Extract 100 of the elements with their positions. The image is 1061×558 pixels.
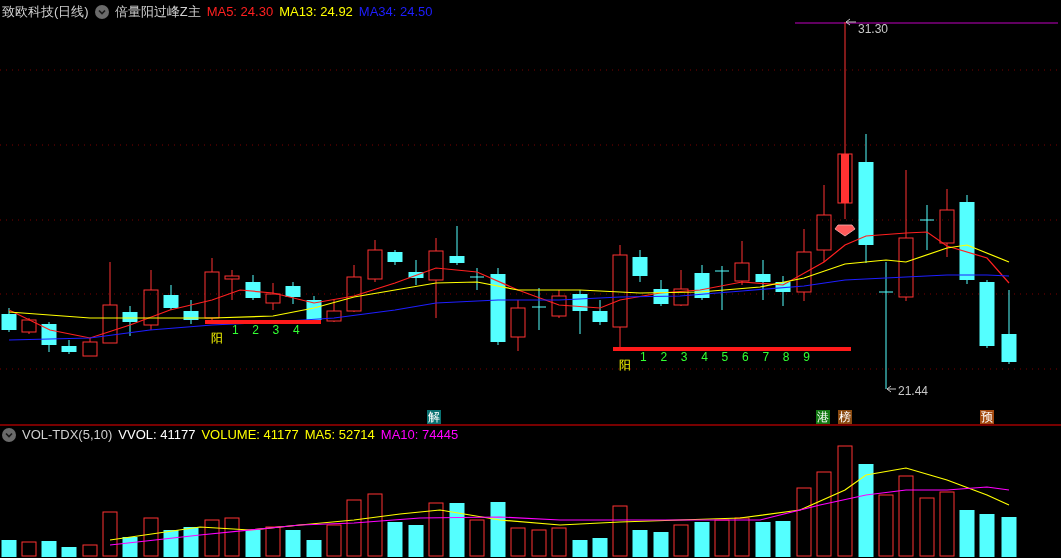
event-badge[interactable]: 港 [816,410,830,424]
volume-bar [285,530,301,557]
candlestick [734,240,750,286]
volume-bar [1,540,17,557]
indicator-name[interactable]: VOL-TDX(5,10) [22,427,113,443]
candlestick [510,299,526,352]
volume-value: MA10: 74445 [380,427,459,443]
pointer-arrow [886,385,897,393]
count-number: 9 [803,350,810,364]
volume-bar [714,519,730,557]
volume-bar [673,524,689,557]
volume-bar [572,540,588,557]
ma-value: MA5: 24.30 [206,4,274,20]
candlestick [143,269,159,331]
volume-bar [734,517,750,557]
volume-bar [183,527,199,557]
volume-bar [224,517,240,557]
event-badge[interactable]: 榜 [838,410,852,424]
candlestick [449,225,465,266]
count-number: 6 [742,350,749,364]
dropdown-icon[interactable] [2,428,16,442]
count-number: 1 [640,350,647,364]
volume-bar [551,527,567,557]
count-number: 4 [701,350,708,364]
dropdown-icon[interactable] [94,5,109,19]
volume-bar [612,505,628,557]
candlestick [979,279,995,349]
volume-bar [82,544,98,557]
volume-bar [959,510,975,557]
signal-label: 阳 [619,358,631,372]
volume-bar [775,521,791,557]
candlestick [41,321,57,353]
candlestick [673,269,689,307]
volume-bar [490,502,506,557]
volume-bar [592,538,608,557]
candlestick [694,264,710,301]
indicator-name[interactable]: 倍量阳过峰Z主 [114,4,201,20]
candlestick [714,265,730,311]
volume-bar [306,540,322,557]
volume-bar [265,526,281,557]
candlestick [653,279,669,307]
volume-bar [939,491,955,557]
event-badge[interactable]: 预 [980,410,994,424]
count-number: 2 [252,323,259,337]
volume-bar [408,525,424,557]
ma-value: MA13: 24.92 [279,4,353,20]
volume-value: VOLUME: 41177 [201,427,299,443]
volume-bar [346,499,362,557]
count-number: 1 [232,323,239,337]
volume-bar [41,541,57,557]
candlestick [1,307,17,333]
count-number: 7 [762,350,770,364]
count-number: 5 [721,350,729,364]
count-number: 2 [660,350,668,364]
volume-bar [102,511,118,557]
volume-bar [531,529,547,557]
candlestick [367,239,383,283]
volume-bar [979,514,995,557]
count-number: 3 [272,323,280,337]
volume-bar [510,527,526,557]
candlestick [204,257,220,323]
candlestick [775,275,791,307]
price-label: 21.44 [898,384,929,398]
volume-bar [449,503,465,557]
count-number: 8 [782,350,790,364]
candlestick [919,204,935,251]
volume-value: VVOL: 41177 [118,427,196,443]
stock-title: 致欧科技(日线) [2,4,89,20]
event-badge[interactable]: 解 [427,410,441,424]
candlestick [183,299,199,325]
volume-bar [326,524,342,557]
volume-bar [387,522,403,557]
candlestick [531,287,547,331]
volume-value: MA5: 52714 [304,427,375,443]
count-number: 3 [680,350,688,364]
signal-label: 阳 [211,331,223,345]
candlestick [122,305,138,337]
volume-bar [755,522,771,557]
candlestick [592,299,608,326]
volume-bar [21,541,37,557]
candlestick [632,249,648,283]
volume-bar [204,519,220,557]
volume-bar [878,494,894,557]
candlestick [408,259,424,286]
pointer-arrow [845,18,857,26]
volume-bar [469,519,485,557]
candlestick [755,259,771,301]
gem-icon [834,224,856,237]
volume-bar [245,530,261,557]
candlestick [469,267,485,291]
volume-bar [1001,517,1017,557]
candlestick [387,249,403,266]
ma-value: MA34: 24.50 [358,4,433,20]
volume-bar [428,502,444,557]
volume-bar [919,497,935,557]
candlestick [939,188,955,258]
candlestick [326,299,342,323]
volume-bar [694,522,710,557]
candlestick [82,337,98,357]
candlestick [265,282,281,311]
